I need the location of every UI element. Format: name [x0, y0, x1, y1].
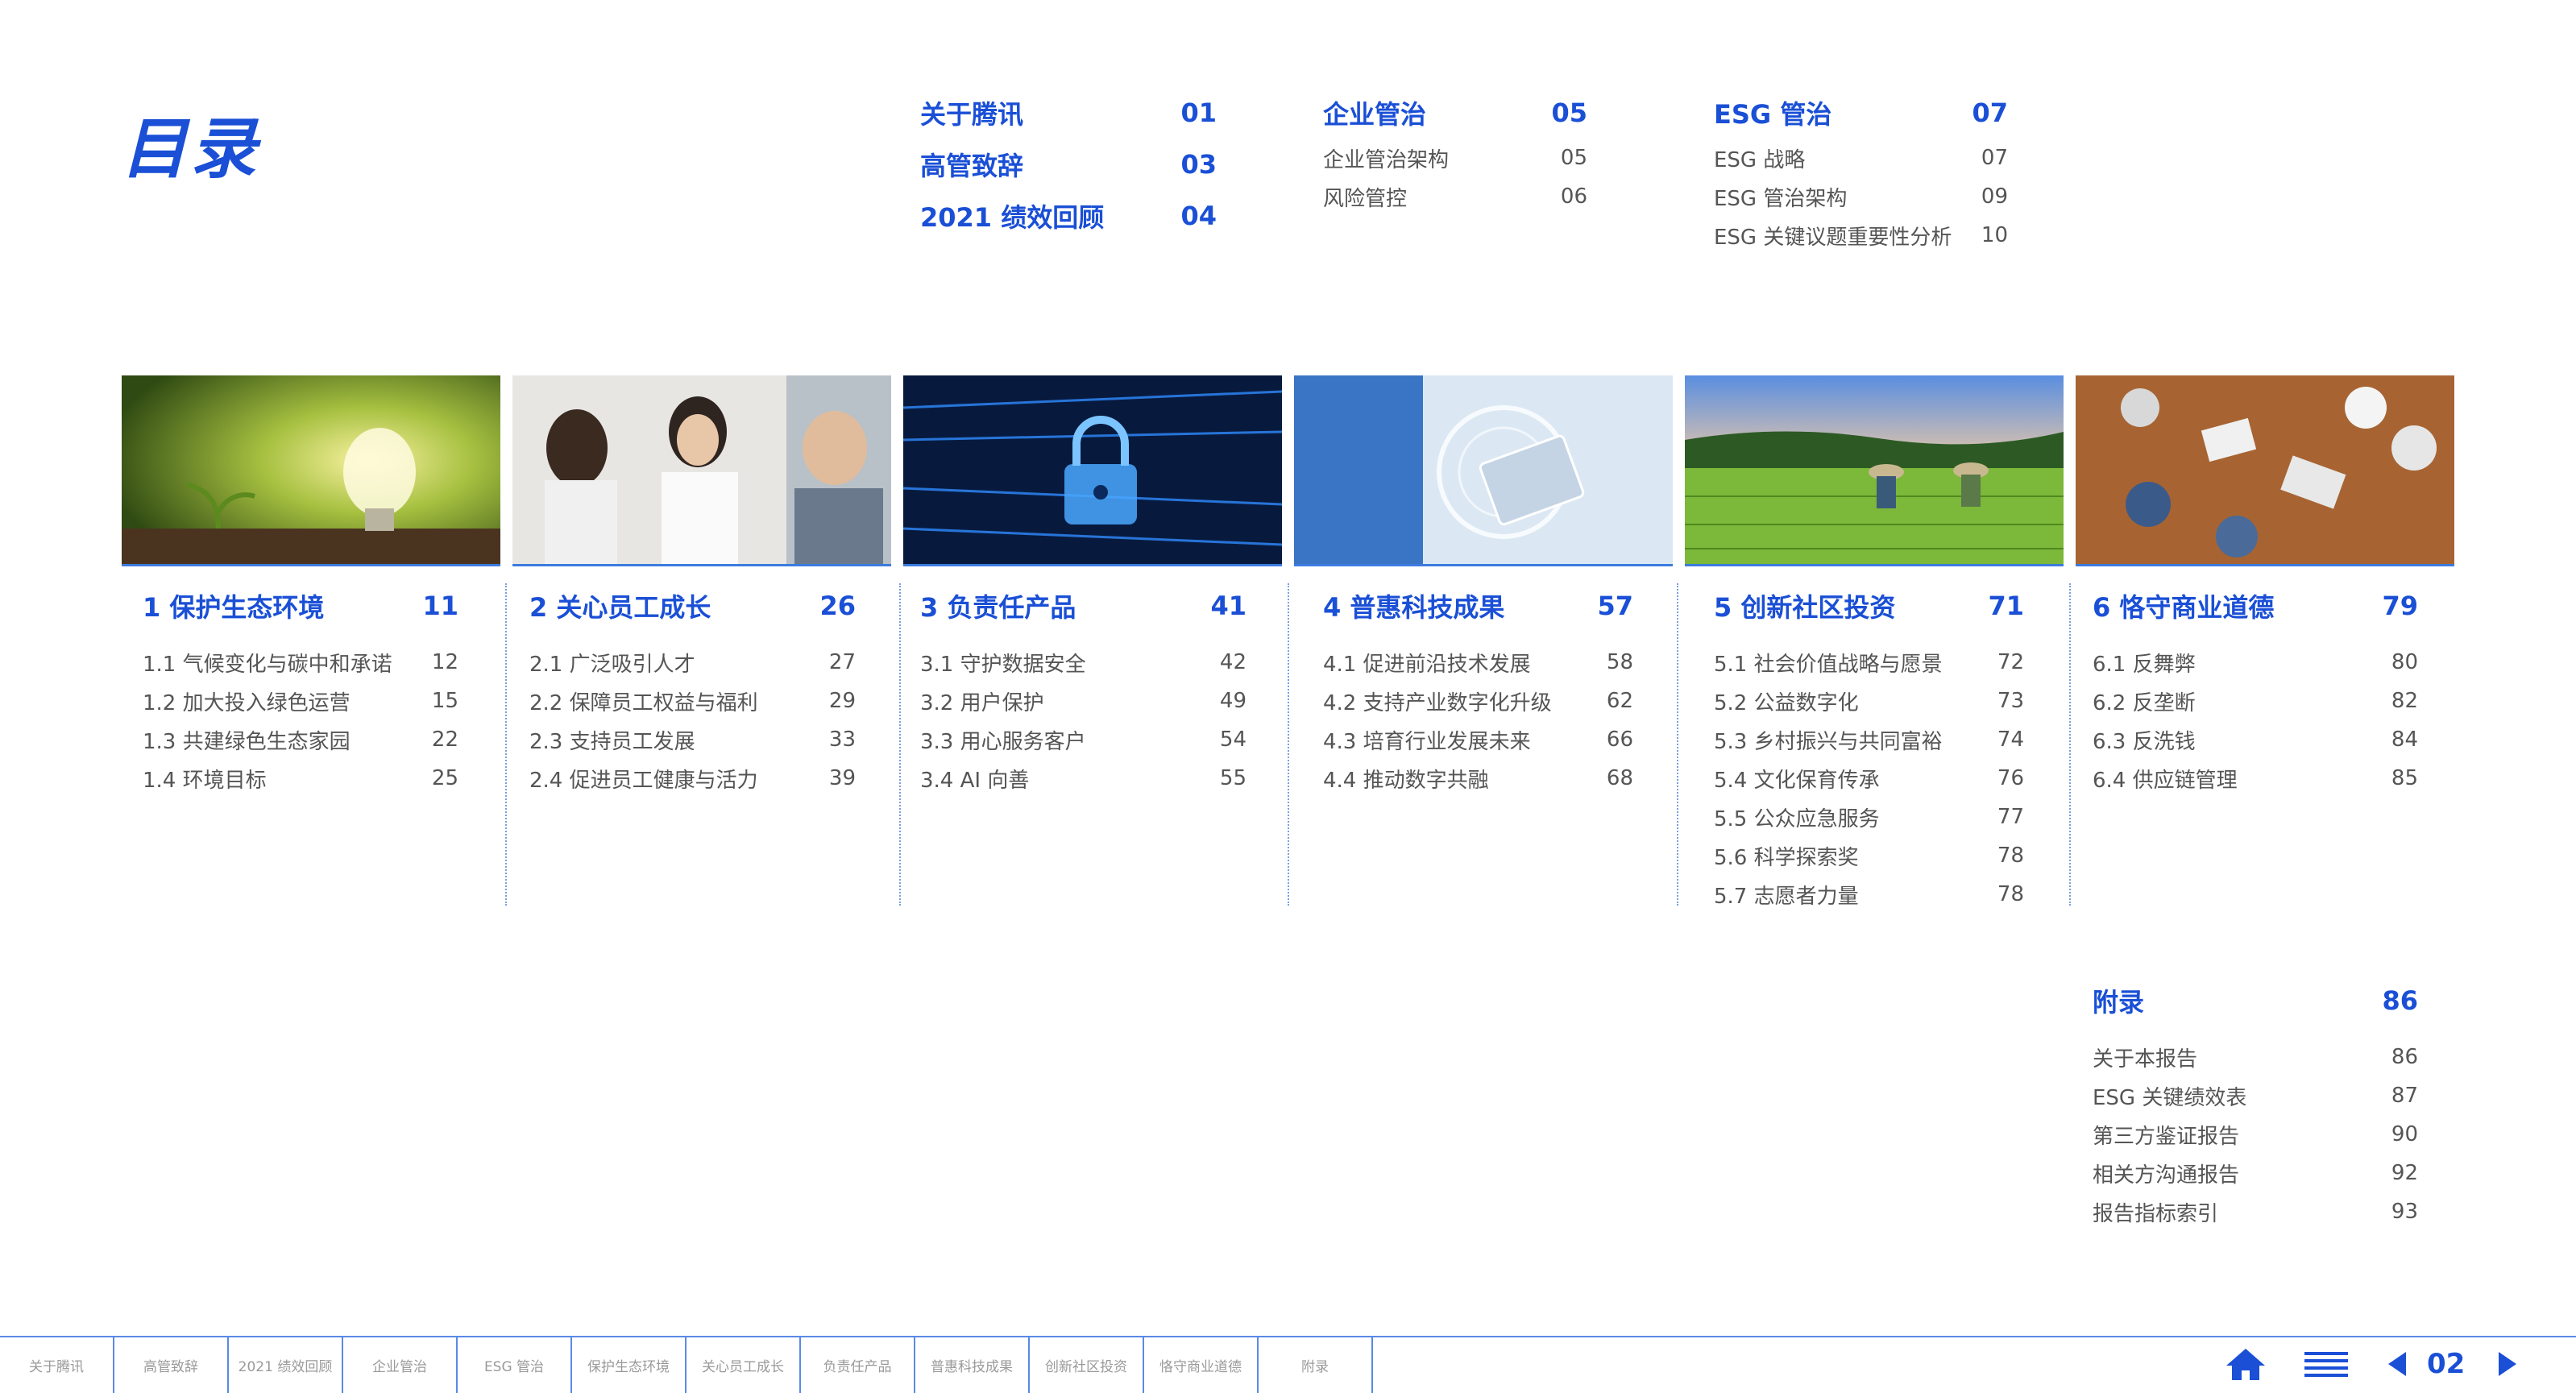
- section-item[interactable]: 4.2 支持产业数字化升级 62: [1323, 682, 1633, 720]
- toc-entry-governance[interactable]: 企业管治 05: [1323, 87, 1587, 139]
- nav-tab-esg-governance[interactable]: ESG 管治: [458, 1337, 572, 1393]
- section-item[interactable]: 1.3 共建绿色生态家园 22: [143, 720, 458, 759]
- photo-employees: [512, 375, 891, 566]
- section-item[interactable]: 6.1 反舞弊 80: [2093, 643, 2418, 682]
- overview-col-1: 关于腾讯 01 高管致辞 03 2021 绩效回顾 04: [920, 87, 1217, 242]
- section-item[interactable]: 5.3 乡村振兴与共同富裕 74: [1714, 720, 2024, 759]
- section-item[interactable]: ESG 关键绩效表 87: [2093, 1076, 2418, 1115]
- bottom-nav-bar: 关于腾讯 高管致辞 2021 绩效回顾 企业管治 ESG 管治 保护生态环境 关…: [0, 1336, 2576, 1393]
- section-item[interactable]: 6.2 反垄断 82: [2093, 682, 2418, 720]
- section-item[interactable]: 2.3 支持员工发展 33: [529, 720, 856, 759]
- home-icon[interactable]: [2222, 1344, 2269, 1384]
- nav-tab-review[interactable]: 2021 绩效回顾: [229, 1337, 343, 1393]
- page-number: 02: [2427, 1348, 2466, 1380]
- section-item[interactable]: 3.3 用心服务客户 54: [920, 720, 1247, 759]
- section-tech: 4 普惠科技成果 57 4.1 促进前沿技术发展 58 4.2 支持产业数字化升级 6…: [1323, 583, 1633, 798]
- next-arrow-icon[interactable]: [2491, 1344, 2524, 1384]
- section-item[interactable]: 6.4 供应链管理 85: [2093, 759, 2418, 798]
- section-heading[interactable]: 6 恪守商业道德 79: [2093, 583, 2418, 628]
- toc-subentry[interactable]: ESG 管治架构 09: [1714, 177, 2008, 216]
- nav-tab-environment[interactable]: 保护生态环境: [572, 1337, 687, 1393]
- section-heading[interactable]: 附录 86: [2093, 978, 2418, 1023]
- nav-tab-tech[interactable]: 普惠科技成果: [915, 1337, 1030, 1393]
- overview-col-2: 企业管治 05 企业管治架构 05 风险管控 06: [1323, 87, 1587, 216]
- toc-subentry[interactable]: ESG 战略 07: [1714, 139, 2008, 177]
- section-item[interactable]: 4.4 推动数字共融 68: [1323, 759, 1633, 798]
- section-products: 3 负责任产品 41 3.1 守护数据安全 42 3.2 用户保护 49 3.3 用心…: [920, 583, 1247, 798]
- section-item[interactable]: 报告指标索引 93: [2093, 1192, 2418, 1231]
- section-item[interactable]: 5.4 文化保育传承 76: [1714, 759, 2024, 798]
- toc-subentry[interactable]: 企业管治架构 05: [1323, 139, 1587, 177]
- column-divider: [1677, 583, 1678, 906]
- toc-entry-esg-governance[interactable]: ESG 管治 07: [1714, 87, 2008, 139]
- photo-data-security: [903, 375, 1282, 566]
- section-heading[interactable]: 1 保护生态环境 11: [143, 583, 458, 628]
- menu-icon[interactable]: [2303, 1344, 2350, 1384]
- column-divider: [505, 583, 507, 906]
- nav-tab-appendix[interactable]: 附录: [1259, 1337, 1373, 1393]
- section-item[interactable]: 5.6 科学探索奖 78: [1714, 836, 2024, 875]
- section-item[interactable]: 5.5 公众应急服务 77: [1714, 798, 2024, 836]
- overview-col-3: ESG 管治 07 ESG 战略 07 ESG 管治架构 09 ESG 关键议题重要性…: [1714, 87, 2008, 255]
- section-item[interactable]: 3.2 用户保护 49: [920, 682, 1247, 720]
- section-appendix: 附录 86 关于本报告 86 ESG 关键绩效表 87 第三方鉴证报告 90 相关方沟通…: [2093, 978, 2418, 1231]
- section-item[interactable]: 3.1 守护数据安全 42: [920, 643, 1247, 682]
- toc-entry-about[interactable]: 关于腾讯 01: [920, 87, 1217, 139]
- section-item[interactable]: 5.2 公益数字化 73: [1714, 682, 2024, 720]
- section-item[interactable]: 6.3 反洗钱 84: [2093, 720, 2418, 759]
- section-heading[interactable]: 2 关心员工成长 26: [529, 583, 856, 628]
- section-item[interactable]: 2.1 广泛吸引人才 27: [529, 643, 856, 682]
- section-item[interactable]: 5.7 志愿者力量 78: [1714, 875, 2024, 914]
- section-community: 5 创新社区投资 71 5.1 社会价值战略与愿景 72 5.2 公益数字化 73 5…: [1714, 583, 2024, 914]
- section-ethics: 6 恪守商业道德 79 6.1 反舞弊 80 6.2 反垄断 82 6.3 反洗钱 84…: [2093, 583, 2418, 798]
- section-item[interactable]: 1.4 环境目标 25: [143, 759, 458, 798]
- toc-subentry[interactable]: 风险管控 06: [1323, 177, 1587, 216]
- column-divider: [2069, 583, 2071, 906]
- photo-medical-tech: [1294, 375, 1673, 566]
- toc-entry-letter[interactable]: 高管致辞 03: [920, 139, 1217, 190]
- nav-tab-letter[interactable]: 高管致辞: [114, 1337, 229, 1393]
- section-item[interactable]: 2.4 促进员工健康与活力 39: [529, 759, 856, 798]
- column-divider: [899, 583, 901, 906]
- section-item[interactable]: 第三方鉴证报告 90: [2093, 1115, 2418, 1154]
- nav-tab-governance[interactable]: 企业管治: [343, 1337, 458, 1393]
- nav-tab-ethics[interactable]: 恪守商业道德: [1144, 1337, 1259, 1393]
- section-heading[interactable]: 5 创新社区投资 71: [1714, 583, 2024, 628]
- nav-tab-about[interactable]: 关于腾讯: [0, 1337, 114, 1393]
- section-item[interactable]: 4.1 促进前沿技术发展 58: [1323, 643, 1633, 682]
- nav-tab-employees[interactable]: 关心员工成长: [687, 1337, 801, 1393]
- nav-tab-community[interactable]: 创新社区投资: [1030, 1337, 1144, 1393]
- section-heading[interactable]: 4 普惠科技成果 57: [1323, 583, 1633, 628]
- section-item[interactable]: 相关方沟通报告 92: [2093, 1154, 2418, 1192]
- section-item[interactable]: 1.1 气候变化与碳中和承诺 12: [143, 643, 458, 682]
- section-item[interactable]: 3.4 AI 向善 55: [920, 759, 1247, 798]
- section-item[interactable]: 4.3 培育行业发展未来 66: [1323, 720, 1633, 759]
- section-employees: 2 关心员工成长 26 2.1 广泛吸引人才 27 2.2 保障员工权益与福利 29 …: [529, 583, 856, 798]
- photo-meeting-table: [2076, 375, 2454, 566]
- prev-arrow-icon[interactable]: [2381, 1344, 2413, 1384]
- section-environment: 1 保护生态环境 11 1.1 气候变化与碳中和承诺 12 1.2 加大投入绿色运营…: [143, 583, 458, 798]
- section-item[interactable]: 1.2 加大投入绿色运营 15: [143, 682, 458, 720]
- section-heading[interactable]: 3 负责任产品 41: [920, 583, 1247, 628]
- toc-entry-review[interactable]: 2021 绩效回顾 04: [920, 190, 1217, 242]
- nav-tab-products[interactable]: 负责任产品: [801, 1337, 915, 1393]
- column-divider: [1288, 583, 1289, 906]
- photo-rice-field: [1685, 375, 2064, 566]
- section-item[interactable]: 关于本报告 86: [2093, 1038, 2418, 1076]
- page-title: 目录: [121, 111, 259, 188]
- toc-subentry[interactable]: ESG 关键议题重要性分析 10: [1714, 216, 2008, 255]
- section-item[interactable]: 5.1 社会价值战略与愿景 72: [1714, 643, 2024, 682]
- section-item[interactable]: 2.2 保障员工权益与福利 29: [529, 682, 856, 720]
- photo-lightbulb-plant: [122, 375, 500, 566]
